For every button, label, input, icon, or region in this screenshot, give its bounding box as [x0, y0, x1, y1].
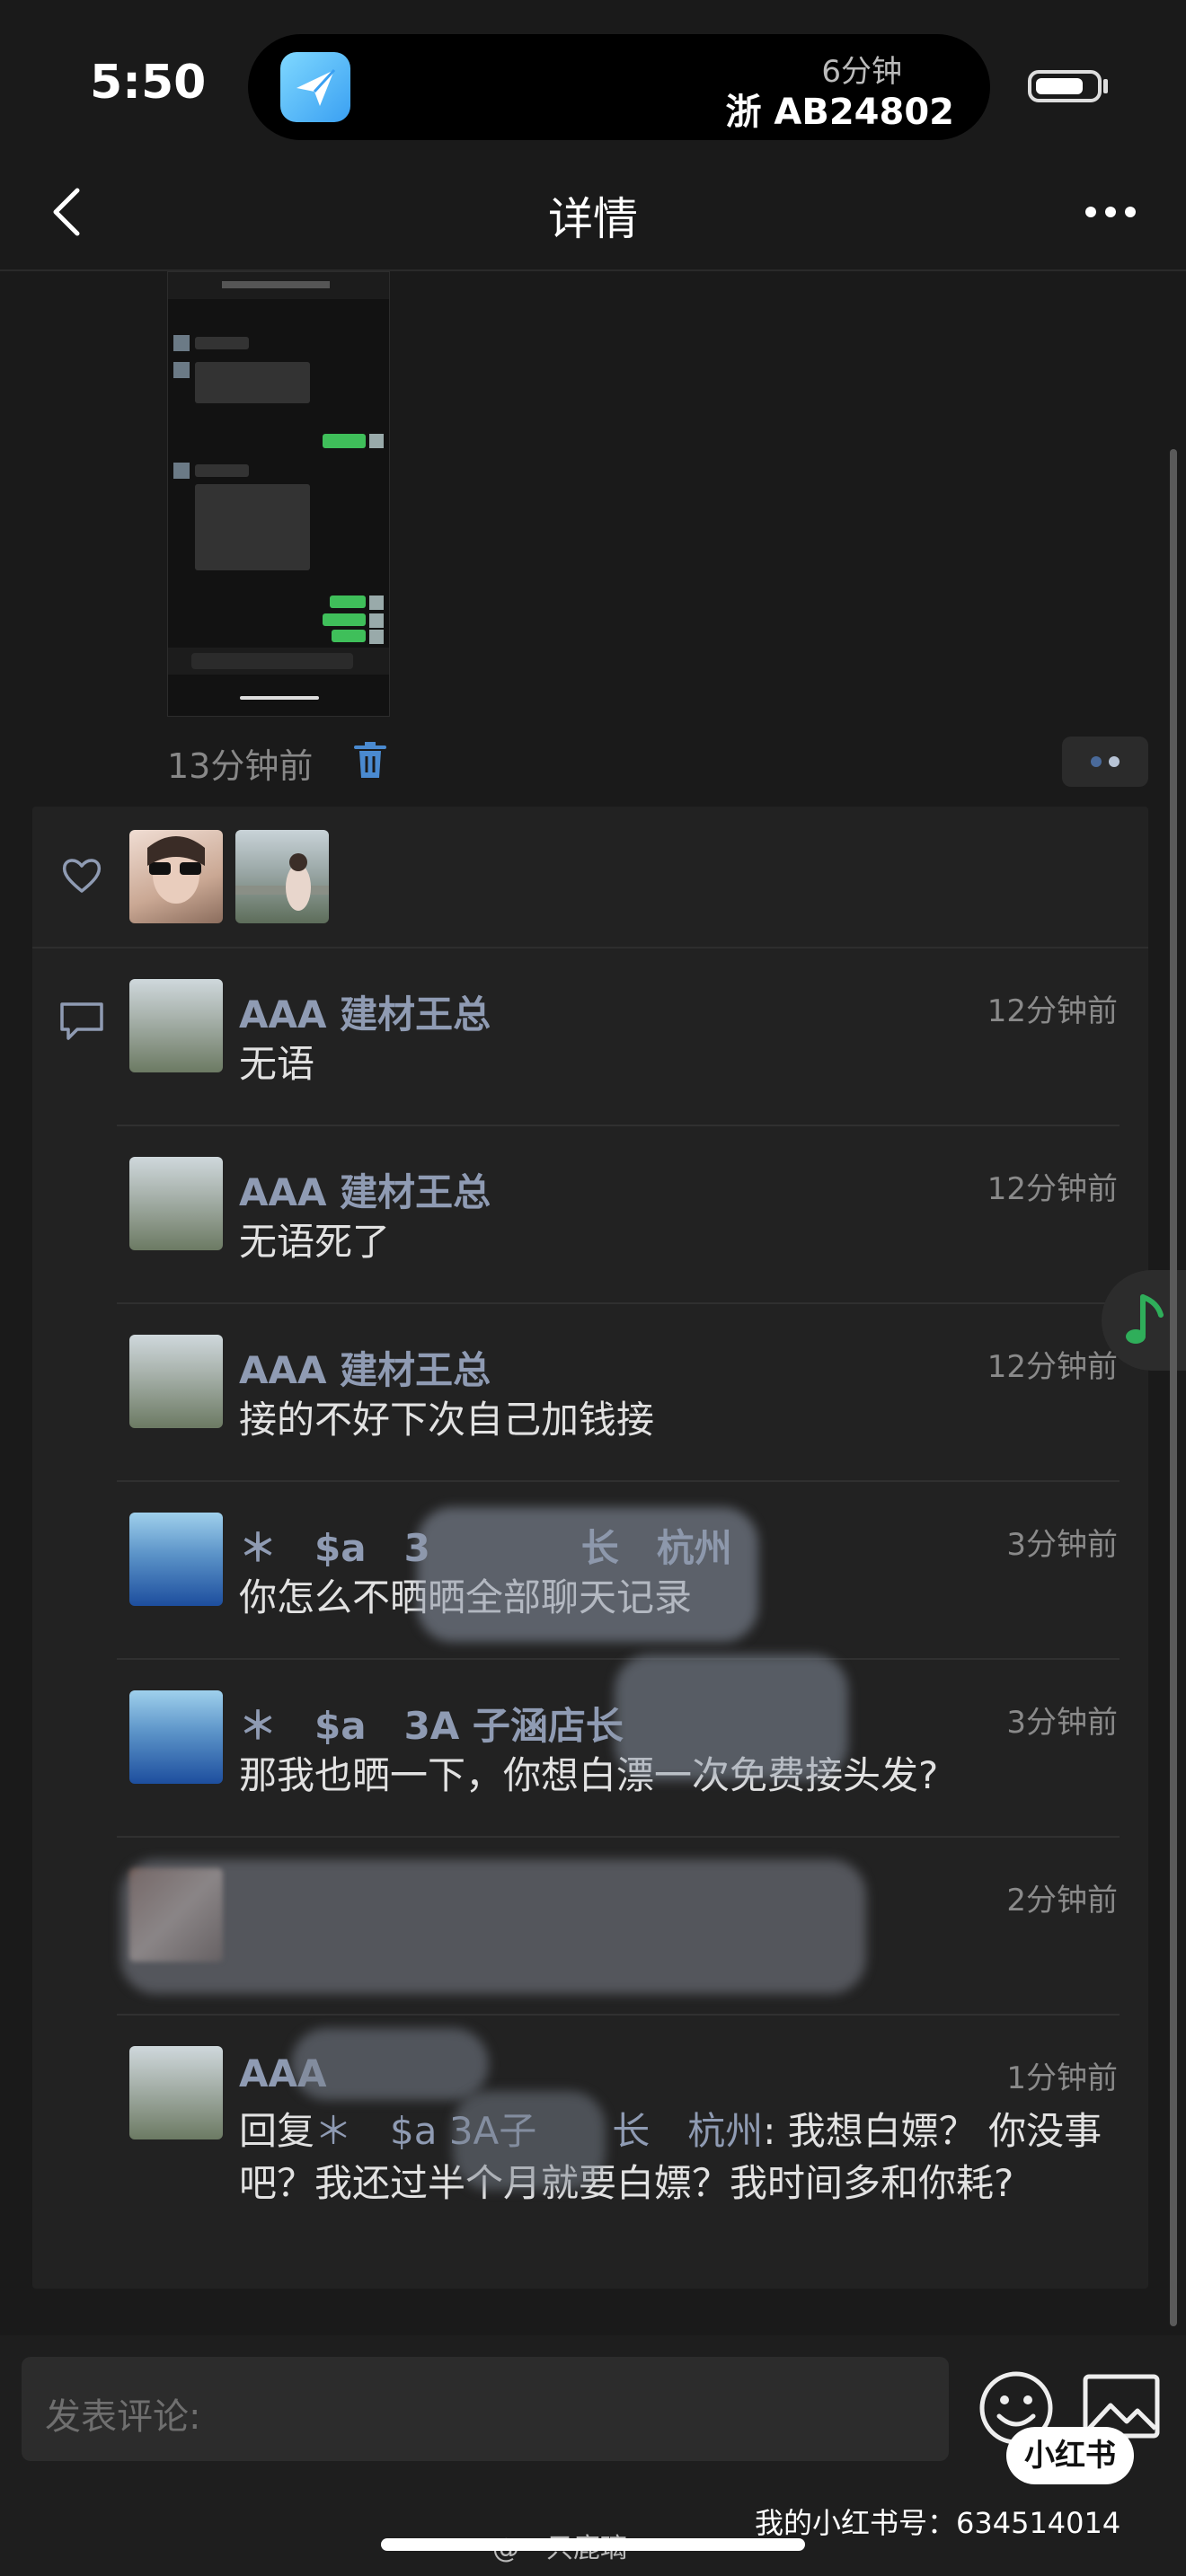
commenter-avatar[interactable] [129, 1335, 223, 1428]
comment-time: 3分钟前 [1006, 1527, 1118, 1563]
comment-time: 12分钟前 [987, 1349, 1118, 1385]
comment-input-placeholder: 发表评论: [45, 2396, 201, 2438]
post-time: 13分钟前 [167, 746, 314, 786]
battery-icon [1028, 70, 1102, 102]
scribble-redaction [615, 1654, 848, 1780]
comment-time: 1分钟前 [1006, 2060, 1118, 2096]
comment-time: 12分钟前 [987, 993, 1118, 1029]
comment-item[interactable]: 2分钟前 [120, 1859, 1118, 1994]
liker-avatar[interactable] [129, 830, 223, 923]
comment-text: 接的不好下次自己加钱接 [239, 1398, 655, 1442]
commenter-avatar[interactable] [129, 1513, 223, 1606]
comment-item[interactable]: ＊ $a 3A 子涵店长 3分钟前 那我也晒一下，你想白漂一次免费接头发? [129, 1654, 1118, 1798]
comment-icon [58, 999, 106, 1042]
dynamic-island[interactable]: 6分钟 浙 AB24802 [248, 34, 990, 140]
paper-plane-icon [280, 52, 350, 122]
comment-input[interactable]: 发表评论: [22, 2357, 949, 2461]
commenter-avatar[interactable] [129, 979, 223, 1072]
comment-item[interactable]: AAA 建材王总 12分钟前 接的不好下次自己加钱接 [129, 1335, 1118, 1442]
comment-time: 2分钟前 [1006, 1883, 1118, 1919]
battery-cap [1103, 79, 1108, 93]
post-screenshot-image[interactable] [167, 271, 390, 717]
page-title: 详情 [548, 193, 638, 245]
home-indicator[interactable] [381, 2538, 805, 2551]
comment-divider [117, 1125, 1120, 1126]
scrollbar[interactable] [1170, 449, 1177, 2326]
post-action-button[interactable] [1062, 737, 1148, 787]
more-dots-icon[interactable] [1073, 176, 1154, 248]
comment-divider [117, 2014, 1120, 2016]
comment-item[interactable]: AAA 建材王总 12分钟前 无语 [129, 979, 1118, 1087]
scribble-redaction [417, 1507, 758, 1642]
scribble-redaction [453, 2091, 606, 2190]
watermark-id: 我的小红书号：634514014 [755, 2506, 1121, 2540]
xiaohongshu-badge: 小红书 [1006, 2427, 1134, 2484]
comment-divider [117, 1658, 1120, 1660]
comment-divider [117, 1302, 1120, 1304]
comment-item[interactable]: AAA 建材王总 12分钟前 无语死了 [129, 1157, 1118, 1265]
likes-divider [32, 947, 1148, 948]
comment-time: 12分钟前 [987, 1171, 1118, 1207]
comment-time: 3分钟前 [1006, 1705, 1118, 1741]
commenter-avatar[interactable] [129, 1157, 223, 1250]
heart-icon[interactable] [59, 853, 104, 898]
commenter-name[interactable]: ＊ $a 3A 子涵店长 [239, 1696, 624, 1751]
trash-icon[interactable] [352, 740, 388, 781]
comment-item[interactable]: ＊ $a 3 长 杭州 3分钟前 你怎么不晒晒全部聊天记录 [129, 1507, 1118, 1642]
liker-avatar[interactable] [235, 830, 329, 923]
comment-item[interactable]: AAA 1分钟前 回复＊ $a 3A子 长 杭州: 我想白嫖？ 你没事吧？我还过… [129, 2028, 1120, 2262]
status-time: 5:50 [90, 56, 207, 110]
commenter-name[interactable]: AAA 建材王总 [239, 1162, 491, 1217]
commenter-name[interactable]: AAA 建材王总 [239, 984, 491, 1039]
comment-text: 无语死了 [239, 1220, 391, 1264]
commenter-name[interactable]: AAA 建材王总 [239, 1340, 491, 1395]
reply-prefix: 回复 [239, 2109, 315, 2153]
comment-divider [117, 1836, 1120, 1838]
commenter-avatar[interactable] [129, 2046, 223, 2139]
comment-text: 回复＊ $a 3A子 长 杭州: 我想白嫖？ 你没事吧？我还过半个月就要白嫖？我… [239, 2105, 1120, 2210]
live-activity-plate: 浙 AB24802 [725, 92, 954, 133]
commenter-avatar[interactable] [129, 1690, 223, 1784]
comment-divider [117, 1480, 1120, 1482]
scribble-redaction [291, 2028, 489, 2100]
comment-text: 无语 [239, 1042, 315, 1086]
scribble-redaction [120, 1859, 866, 1994]
